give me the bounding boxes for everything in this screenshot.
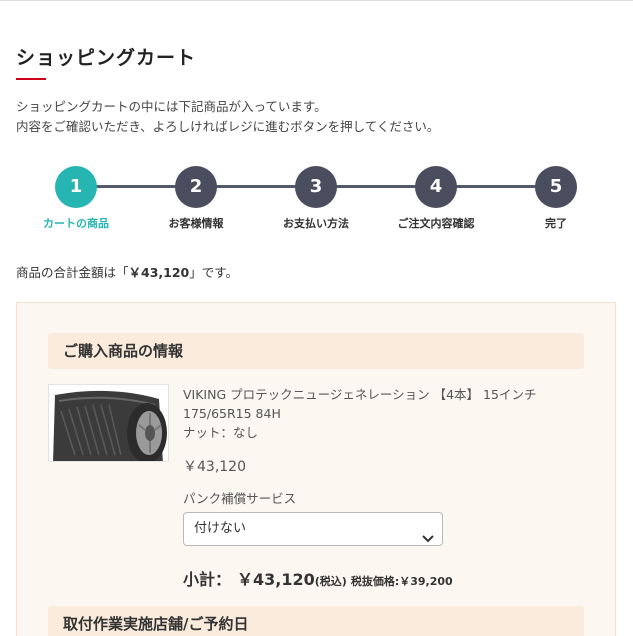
step-payment-method: 3 お支払い方法 — [256, 166, 376, 231]
product-name: VIKING プロテックニュージェネレーション 【4本】 15インチ 175/6… — [183, 385, 583, 442]
product-title: VIKING プロテックニュージェネレーション 【4本】 15インチ — [183, 387, 537, 402]
page-title: ショッピングカート — [16, 47, 197, 69]
product-price: ￥43,120 — [183, 459, 246, 475]
subtotal-amount: ￥43,120 — [237, 570, 315, 589]
cart-total-text: 商品の合計金額は「￥43,120」です。 — [16, 262, 238, 281]
step-number: 5 — [535, 166, 577, 208]
step-number: 2 — [175, 166, 217, 208]
step-label: カートの商品 — [43, 217, 109, 230]
purchase-section-title: ご購入商品の情報 — [48, 333, 584, 369]
step-label: 完了 — [545, 217, 567, 230]
step-label: お支払い方法 — [283, 217, 349, 230]
step-complete: 5 完了 — [496, 166, 616, 231]
top-divider — [0, 0, 633, 1]
product-size: 175/65R15 84H — [183, 406, 281, 421]
step-number: 1 — [55, 166, 97, 208]
title-underline — [16, 78, 46, 80]
store-section-title: 取付作業実施店舗/ご予約日 — [48, 606, 584, 636]
tire-image — [48, 384, 169, 462]
step-label: お客様情報 — [168, 217, 224, 230]
checkout-steps: 1 カートの商品 2 お客様情報 3 お支払い方法 4 ご注文内容確認 5 完了 — [16, 166, 616, 232]
total-suffix: 」です。 — [189, 265, 239, 280]
puncture-service-select[interactable]: 付けない — [183, 512, 443, 546]
chevron-down-icon — [422, 524, 434, 543]
total-amount: ￥43,120 — [128, 265, 190, 280]
product-nut: ナット：なし — [183, 425, 259, 440]
step-order-confirm: 4 ご注文内容確認 — [376, 166, 496, 231]
subtotal: 小計： ￥43,120(税込) 税抜価格:￥39,200 — [183, 566, 453, 590]
puncture-service-label: パンク補償サービス — [183, 491, 297, 506]
step-label: ご注文内容確認 — [397, 217, 475, 230]
select-value: 付けない — [194, 521, 247, 536]
cart-panel: ご購入商品の情報 VIKING プロテックニュージェネレーション 【4本】 15… — [16, 302, 616, 636]
step-customer-info: 2 お客様情報 — [136, 166, 256, 231]
intro-text: ショッピングカートの中には下記商品が入っています。 内容をご確認いただき、よろし… — [16, 97, 439, 137]
subtotal-label: 小計： — [183, 570, 232, 589]
step-cart: 1 カートの商品 — [16, 166, 136, 231]
total-prefix: 商品の合計金額は「 — [16, 265, 129, 280]
intro-line-1: ショッピングカートの中には下記商品が入っています。 — [16, 99, 327, 114]
step-number: 3 — [295, 166, 337, 208]
intro-line-2: 内容をご確認いただき、よろしければレジに進むボタンを押してください。 — [16, 119, 440, 134]
step-number: 4 — [415, 166, 457, 208]
subtotal-tax-note: (税込) — [314, 575, 347, 588]
subtotal-ex-tax: 税抜価格:￥39,200 — [350, 575, 453, 588]
